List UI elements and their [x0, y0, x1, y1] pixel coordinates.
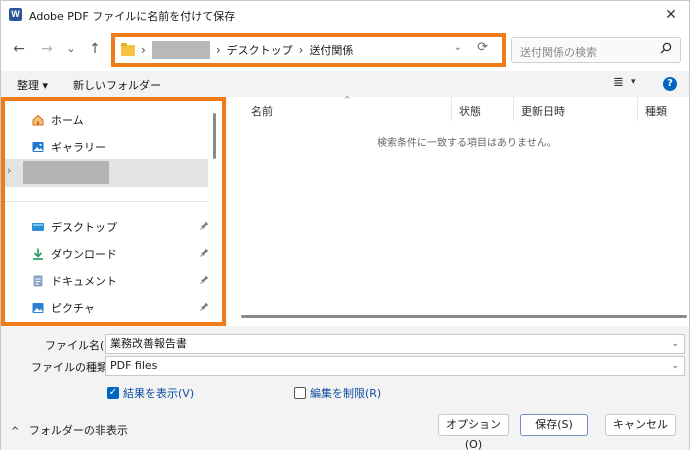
save-form: ファイル名(N): 業務改善報告書 ⌄ ファイルの種類(T): PDF file…: [1, 326, 689, 450]
chevron-down-icon[interactable]: ⌄: [454, 42, 462, 53]
sort-ascending-icon: ^: [344, 95, 351, 104]
search-input[interactable]: 送付関係の検索: [511, 37, 681, 63]
hide-folders-toggle[interactable]: ^ フォルダーの非表示: [11, 422, 128, 438]
breadcrumb-separator: ›: [141, 43, 146, 57]
home-icon: [31, 113, 45, 127]
column-divider[interactable]: [637, 97, 638, 121]
filetype-value: PDF files: [110, 359, 158, 372]
sidebar-item-home[interactable]: ホーム: [9, 108, 209, 132]
sidebar-item-desktop[interactable]: デスクトップ: [9, 215, 209, 239]
search-icon: [660, 42, 672, 57]
search-placeholder: 送付関係の検索: [520, 46, 597, 59]
command-bar: 整理 ▾ 新しいフォルダー ≣ ▾ ?: [1, 71, 689, 97]
address-highlight: › › デスクトップ › 送付関係 ⌄ ⟳: [111, 33, 506, 67]
filename-field[interactable]: 業務改善報告書 ⌄: [105, 334, 685, 354]
word-app-icon: W: [9, 8, 22, 21]
column-header-status[interactable]: 状態: [459, 103, 481, 119]
organize-button[interactable]: 整理 ▾: [17, 77, 48, 93]
chevron-right-icon[interactable]: ›: [7, 164, 11, 177]
chevron-down-icon[interactable]: ⌄: [671, 357, 679, 375]
sidebar-item-label: ダウンロード: [51, 248, 117, 261]
sidebar-item-pictures[interactable]: ピクチャ: [9, 296, 209, 320]
forward-button[interactable]: →: [37, 39, 57, 59]
column-divider[interactable]: [451, 97, 452, 121]
file-list: ^ 名前 状態 更新日時 種類 検索条件に一致する項目はありません。: [227, 95, 689, 326]
show-results-checkbox[interactable]: ✓ 結果を表示(V): [107, 385, 194, 401]
sidebar-item-documents[interactable]: ドキュメント: [9, 269, 209, 293]
sidebar-item-label: ドキュメント: [51, 275, 117, 288]
options-button[interactable]: オプション(O): [438, 414, 509, 450]
sidebar-item-downloads[interactable]: ダウンロード: [9, 242, 209, 266]
horizontal-scrollbar[interactable]: [241, 315, 687, 318]
sidebar-item-label: デスクトップ: [51, 221, 117, 234]
filetype-select[interactable]: PDF files ⌄: [105, 356, 685, 376]
close-button[interactable]: ✕: [661, 5, 681, 25]
navigation-bar: ← → ⌄ ↑ › › デスクトップ › 送付関係 ⌄ ⟳ 送付関係の検索: [1, 29, 689, 71]
pin-icon[interactable]: [200, 221, 209, 233]
restrict-edit-label: 編集を制限(R): [310, 387, 382, 400]
cancel-button[interactable]: キャンセル: [605, 414, 676, 436]
sidebar-item-label: ホーム: [51, 114, 84, 127]
refresh-icon[interactable]: ⟳: [477, 40, 488, 55]
save-dialog: W Adobe PDF ファイルに名前を付けて保存 ✕ ← → ⌄ ↑ › › …: [0, 0, 690, 450]
redacted-label: [23, 161, 109, 184]
documents-icon: [31, 274, 45, 288]
view-options-icon[interactable]: ≣: [613, 75, 624, 90]
restrict-edit-checkbox[interactable]: 編集を制限(R): [294, 385, 381, 401]
new-folder-button[interactable]: 新しいフォルダー: [73, 77, 161, 93]
filename-value: 業務改善報告書: [110, 337, 187, 350]
sidebar-item-gallery[interactable]: ギャラリー: [9, 135, 209, 159]
hide-folders-label: フォルダーの非表示: [28, 424, 128, 437]
pin-icon[interactable]: [200, 248, 209, 260]
desktop-icon: [31, 220, 45, 234]
navigation-pane-highlight: ホーム ギャラリー › デスクトップ ダウンロード ドキュメント ピクチャ: [1, 97, 226, 326]
download-icon: [31, 247, 45, 261]
save-button[interactable]: 保存(S): [520, 414, 588, 436]
checkbox-checked-icon[interactable]: ✓: [107, 387, 119, 399]
breadcrumb-current-folder[interactable]: 送付関係: [309, 42, 353, 58]
back-button[interactable]: ←: [9, 39, 29, 59]
pin-icon[interactable]: [200, 275, 209, 287]
pictures-icon: [31, 301, 45, 315]
view-caret-icon[interactable]: ▾: [631, 77, 636, 87]
folder-icon: [121, 42, 135, 56]
title-bar: W Adobe PDF ファイルに名前を付けて保存 ✕: [1, 1, 689, 29]
column-header-name[interactable]: 名前: [251, 103, 273, 119]
empty-folder-message: 検索条件に一致する項目はありません。: [377, 138, 557, 149]
window-title: Adobe PDF ファイルに名前を付けて保存: [29, 10, 236, 23]
sidebar-item-label: ピクチャ: [51, 302, 95, 315]
help-icon[interactable]: ?: [663, 77, 677, 91]
redacted-path-segment: [151, 41, 210, 59]
column-header-modified[interactable]: 更新日時: [521, 103, 565, 119]
pin-icon[interactable]: [200, 302, 209, 314]
sidebar-item-redacted[interactable]: ›: [5, 159, 208, 187]
recent-locations-button[interactable]: ⌄: [61, 39, 81, 59]
breadcrumb-desktop[interactable]: デスクトップ: [227, 42, 293, 58]
breadcrumb-separator: ›: [215, 43, 221, 57]
checkbox-unchecked-icon[interactable]: [294, 387, 306, 399]
sidebar-scrollbar[interactable]: [213, 113, 216, 159]
up-button[interactable]: ↑: [85, 39, 105, 59]
breadcrumb-separator: ›: [298, 43, 304, 57]
sidebar-divider: [5, 201, 208, 202]
column-divider[interactable]: [513, 97, 514, 121]
column-header-type[interactable]: 種類: [645, 103, 667, 119]
address-bar[interactable]: › › デスクトップ › 送付関係 ⌄ ⟳: [119, 40, 498, 60]
sidebar-item-label: ギャラリー: [51, 141, 106, 154]
chevron-down-icon[interactable]: ⌄: [671, 335, 679, 353]
chevron-up-icon: ^: [11, 426, 20, 437]
show-results-label: 結果を表示(V): [123, 387, 195, 400]
gallery-icon: [31, 140, 45, 154]
